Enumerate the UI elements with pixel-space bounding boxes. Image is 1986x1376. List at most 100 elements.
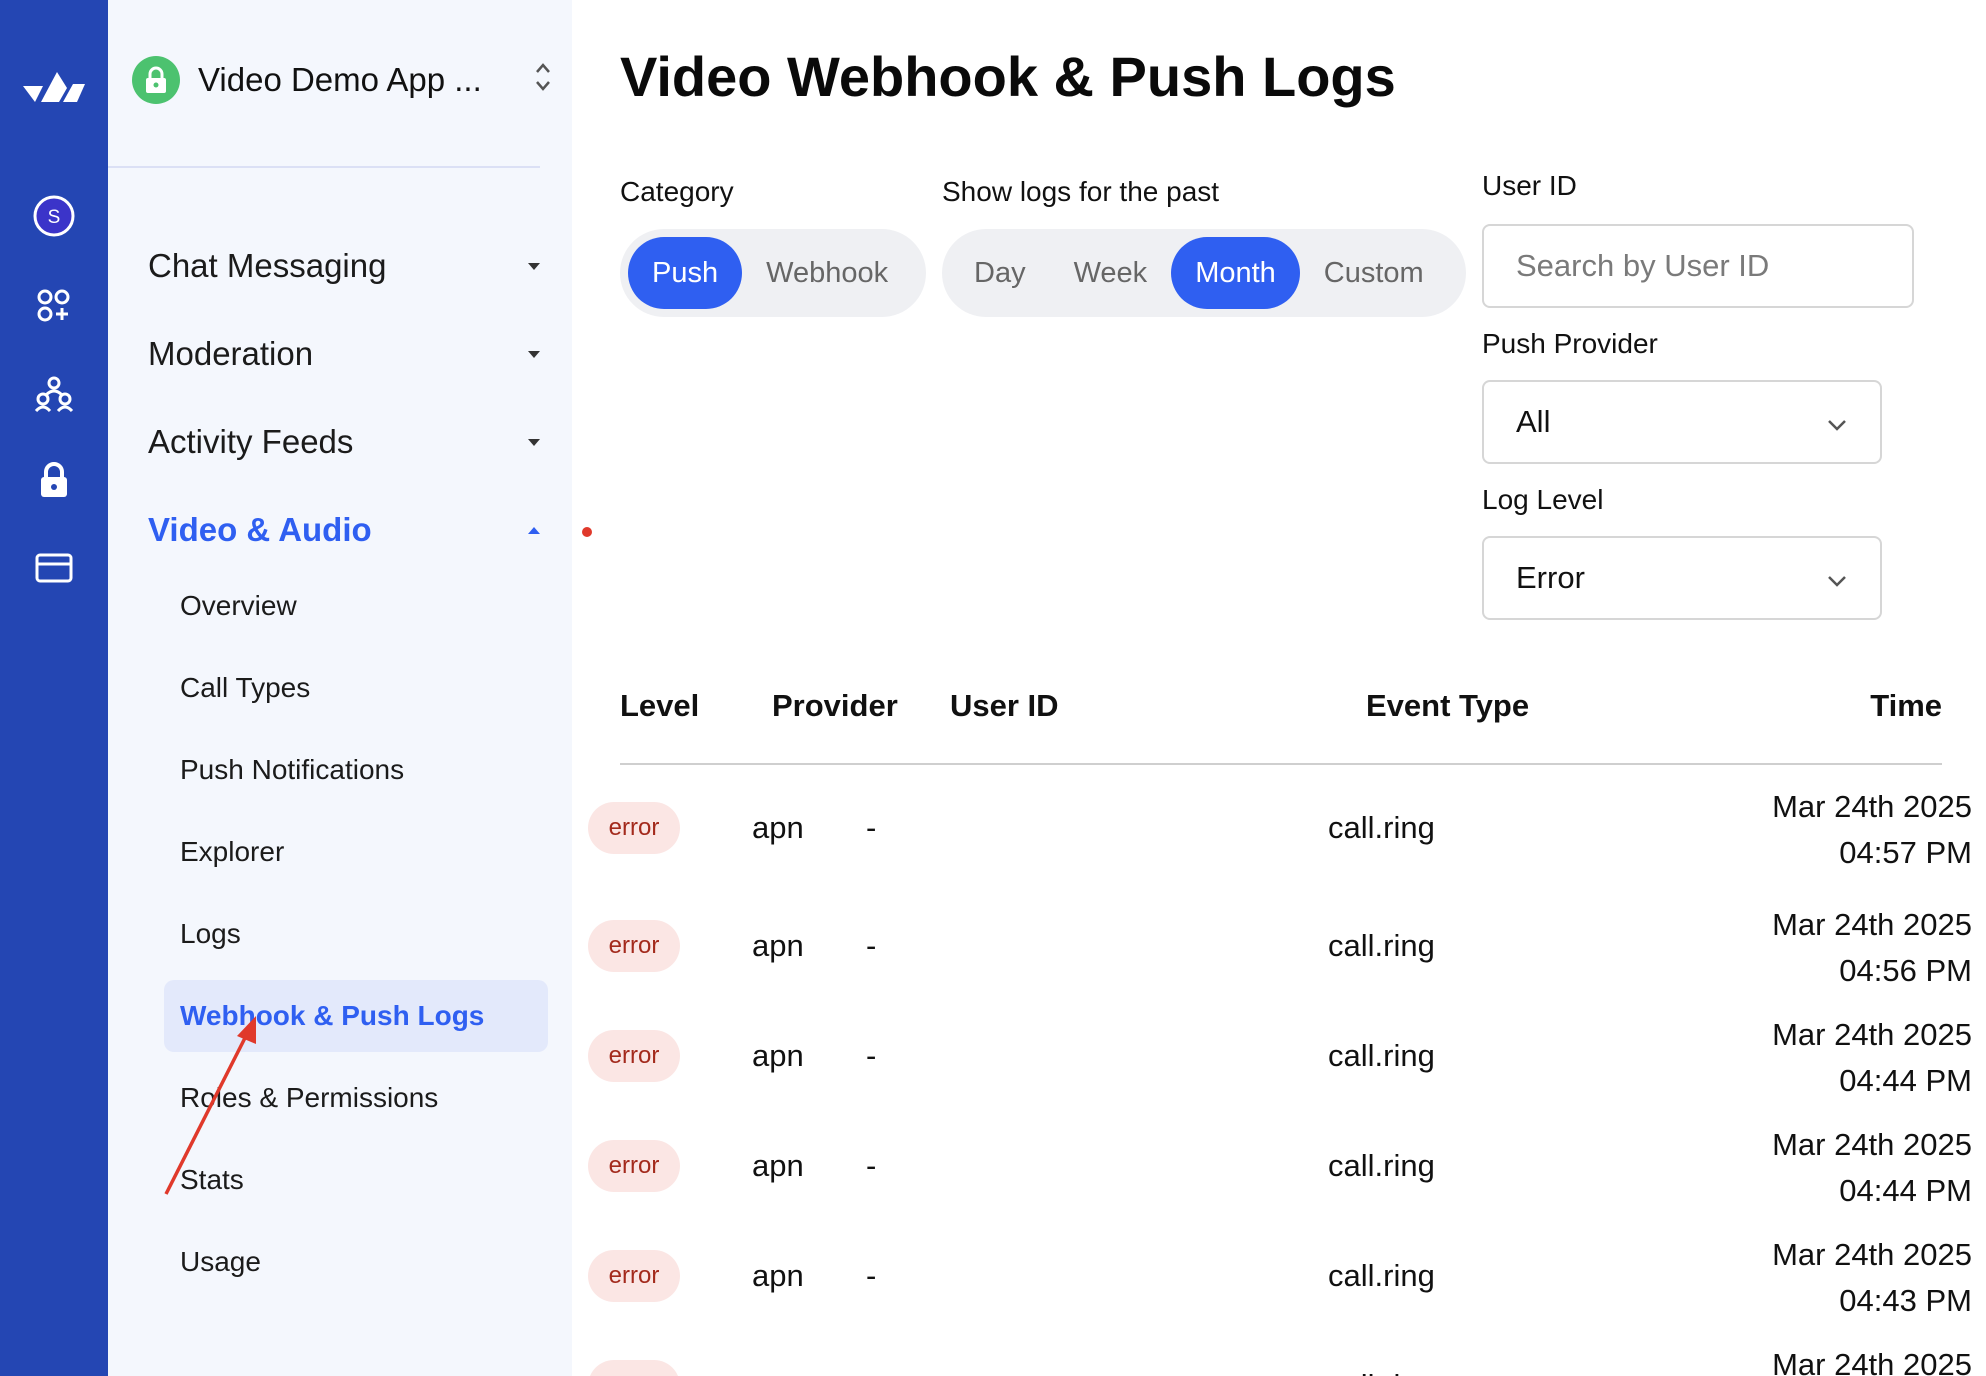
push-provider-value: All [1516, 404, 1551, 439]
time-cell: Mar 24th 2025 04:43 PM [1772, 1232, 1972, 1324]
level-badge: error [588, 1140, 680, 1192]
organization-avatar-icon[interactable]: S [0, 190, 108, 242]
lock-icon[interactable] [0, 456, 108, 504]
time-clock: 04:44 PM [1839, 1173, 1972, 1208]
table-row[interactable]: error apn - call.ring Mar 24th 2025 04:57… [0, 774, 1986, 874]
provider-cell: apn [752, 1038, 804, 1073]
event-type-cell: call.ring [1328, 928, 1435, 963]
app-name: Video Demo App ... [198, 61, 482, 98]
nav-section-moderation[interactable]: Moderation [148, 328, 548, 380]
user-id-label: User ID [1482, 170, 1577, 201]
category-webhook-button[interactable]: Webhook [742, 237, 912, 309]
nav-section-label: Chat Messaging [148, 247, 387, 284]
time-clock: 04:57 PM [1839, 835, 1972, 870]
event-type-cell: call.ring [1328, 1148, 1435, 1183]
provider-cell: apn [752, 810, 804, 845]
time-cell: Mar 24th 2025 04:44 PM [1772, 1012, 1972, 1104]
time-date: Mar 24th 2025 [1772, 789, 1972, 824]
category-label: Category [620, 176, 734, 207]
column-header-user-id: User ID [950, 688, 1059, 723]
time-clock: 04:43 PM [1839, 1283, 1972, 1318]
caret-down-icon [528, 262, 540, 270]
nav-section-label: Moderation [148, 335, 314, 372]
chevron-down-icon [1826, 404, 1848, 440]
time-date: Mar 24th 2025 [1772, 907, 1972, 942]
user-id-cell: - [866, 810, 877, 845]
table-row[interactable]: error apn - call.ring Mar 24th 2025 04:43… [0, 1222, 1986, 1322]
time-clock: 04:44 PM [1839, 1063, 1972, 1098]
range-day-button[interactable]: Day [950, 237, 1050, 309]
caret-down-icon [528, 438, 540, 446]
range-month-button[interactable]: Month [1171, 237, 1300, 309]
user-id-search-input[interactable] [1482, 224, 1914, 308]
sidebar-item-overview[interactable]: Overview [164, 570, 548, 642]
provider-cell: apn [752, 928, 804, 963]
column-header-provider: Provider [772, 688, 898, 723]
table-row[interactable]: error apn - call.ring Mar 24th 2025 [0, 1332, 1986, 1376]
annotation-dot [582, 527, 592, 537]
provider-cell: apn [752, 1258, 804, 1293]
table-row[interactable]: error apn - call.ring Mar 24th 2025 04:44… [0, 1112, 1986, 1212]
sidebar-divider [108, 166, 540, 168]
user-id-cell: - [866, 1038, 877, 1073]
team-icon[interactable] [0, 370, 108, 418]
sidebar-item-label: Overview [180, 590, 297, 621]
time-date: Mar 24th 2025 [1772, 1017, 1972, 1052]
event-type-cell: call.ring [1328, 810, 1435, 845]
time-cell: Mar 24th 2025 04:56 PM [1772, 902, 1972, 994]
push-provider-select[interactable]: All [1482, 380, 1882, 464]
time-cell: Mar 24th 2025 04:57 PM [1772, 784, 1972, 876]
event-type-cell: call.ring [1328, 1258, 1435, 1293]
svg-text:S: S [48, 207, 61, 228]
chevron-up-down-icon [534, 60, 552, 99]
sidebar-item-call-types[interactable]: Call Types [164, 652, 548, 724]
level-badge: error [588, 1250, 680, 1302]
user-id-cell: - [866, 1258, 877, 1293]
table-row[interactable]: error apn - call.ring Mar 24th 2025 04:44… [0, 1002, 1986, 1102]
nav-section-activity-feeds[interactable]: Activity Feeds [148, 416, 548, 468]
time-clock: 04:56 PM [1839, 953, 1972, 988]
event-type-cell: call.ring [1328, 1038, 1435, 1073]
nav-section-video-audio[interactable]: Video & Audio [148, 504, 548, 556]
log-level-value: Error [1516, 560, 1585, 595]
billing-card-icon[interactable] [0, 544, 108, 592]
table-row[interactable]: error apn - call.ring Mar 24th 2025 04:56… [0, 892, 1986, 992]
time-date: Mar 24th 2025 [1772, 1127, 1972, 1162]
apps-icon[interactable] [0, 282, 108, 330]
level-badge: error [588, 802, 680, 854]
time-date: Mar 24th 2025 [1772, 1347, 1972, 1376]
user-id-cell: - [866, 1368, 876, 1376]
sidebar-item-label: Call Types [180, 672, 311, 703]
app-lock-icon [132, 56, 180, 104]
user-id-cell: - [866, 928, 877, 963]
time-date: Mar 24th 2025 [1772, 1237, 1972, 1272]
category-push-button[interactable]: Push [628, 237, 743, 309]
provider-cell: apn [752, 1368, 804, 1376]
event-type-cell: call.ring [1328, 1368, 1435, 1376]
level-badge: error [588, 920, 680, 972]
push-provider-label: Push Provider [1482, 328, 1658, 359]
user-id-cell: - [866, 1148, 877, 1183]
time-range-toggle: Day Week Month Custom [942, 229, 1466, 317]
level-badge: error [588, 1030, 680, 1082]
app-switcher[interactable]: Video Demo App ... [132, 54, 552, 106]
table-header-divider [620, 763, 1942, 765]
category-toggle: Push Webhook [620, 229, 926, 317]
time-cell: Mar 24th 2025 [1772, 1342, 1972, 1376]
logo-icon[interactable] [0, 62, 108, 110]
nav-section-label: Video & Audio [148, 511, 372, 548]
log-level-label: Log Level [1482, 484, 1604, 515]
time-cell: Mar 24th 2025 04:44 PM [1772, 1122, 1972, 1214]
range-custom-button[interactable]: Custom [1300, 237, 1448, 309]
caret-up-icon [528, 526, 540, 534]
log-level-select[interactable]: Error [1482, 536, 1882, 620]
chevron-down-icon [1826, 560, 1848, 596]
range-week-button[interactable]: Week [1050, 237, 1172, 309]
level-badge: error [588, 1360, 680, 1376]
time-range-label: Show logs for the past [942, 176, 1220, 207]
provider-cell: apn [752, 1148, 804, 1183]
nav-section-chat-messaging[interactable]: Chat Messaging [148, 240, 548, 292]
column-header-event-type: Event Type [1366, 688, 1530, 723]
column-header-time: Time [1870, 688, 1942, 723]
page-title: Video Webhook & Push Logs [620, 45, 1396, 108]
